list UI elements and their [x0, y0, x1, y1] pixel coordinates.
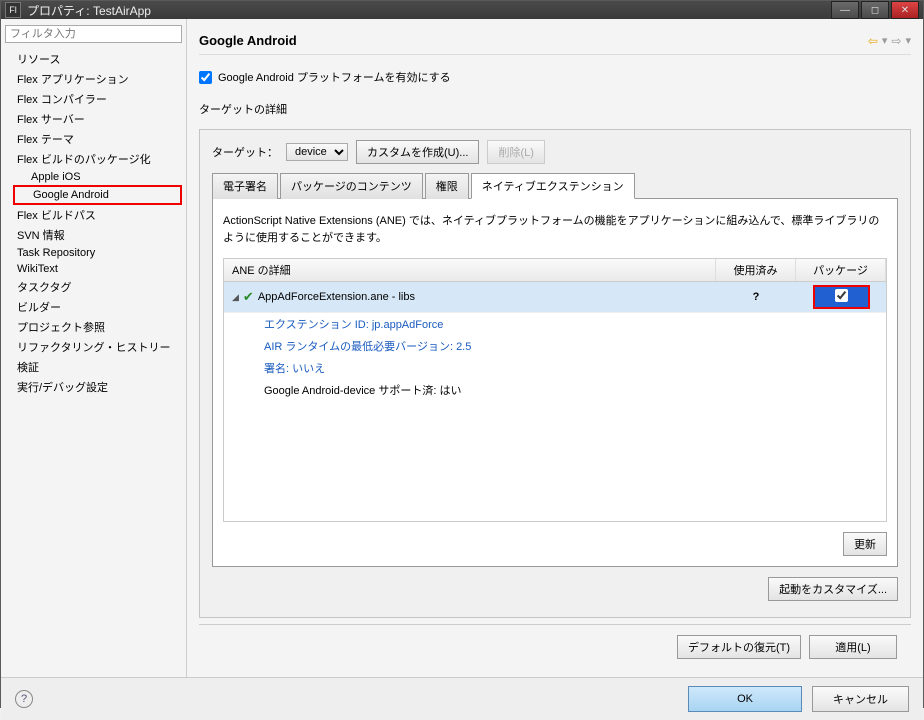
tree-item-flex-compiler[interactable]: Flex コンパイラー	[13, 89, 182, 109]
tree-item-apple-ios[interactable]: Apple iOS	[13, 169, 182, 185]
target-label: ターゲット：	[212, 144, 278, 160]
titlebar[interactable]: Fl プロパティ: TestAirApp — ◻ ✕	[1, 1, 923, 19]
tree-item-flex-server[interactable]: Flex サーバー	[13, 109, 182, 129]
tab-package-contents[interactable]: パッケージのコンテンツ	[280, 173, 423, 199]
th-details: ANE の詳細	[224, 259, 716, 281]
properties-dialog: Fl プロパティ: TestAirApp — ◻ ✕ リソース Flex アプリ…	[0, 0, 924, 708]
content-body: Google Android プラットフォームを有効にする ターゲットの詳細 タ…	[199, 55, 911, 618]
package-cell	[796, 282, 886, 312]
tree-item-svn[interactable]: SVN 情報	[13, 225, 182, 245]
enable-platform-label: Google Android プラットフォームを有効にする	[218, 69, 451, 85]
ane-android-support: Google Android-device サポート済: はい	[224, 379, 886, 401]
tree-item-builder[interactable]: ビルダー	[13, 297, 182, 317]
ane-description: ActionScript Native Extensions (ANE) では、…	[223, 209, 887, 258]
ane-table: ANE の詳細 使用済み パッケージ ◢ ✔ AppAdForceExtensi…	[223, 258, 887, 522]
target-select[interactable]: device	[286, 143, 348, 161]
tab-permissions[interactable]: 権限	[425, 173, 469, 199]
tab-signature[interactable]: 電子署名	[212, 173, 278, 199]
update-button[interactable]: 更新	[843, 532, 887, 556]
create-custom-button[interactable]: カスタムを作成(U)...	[356, 140, 479, 164]
tab-native-extensions[interactable]: ネイティブエクステンション	[471, 173, 635, 199]
tab-bar: 電子署名 パッケージのコンテンツ 権限 ネイティブエクステンション	[212, 172, 898, 199]
enable-platform-checkbox[interactable]	[199, 71, 212, 84]
main-area: リソース Flex アプリケーション Flex コンパイラー Flex サーバー…	[1, 19, 923, 677]
table-row[interactable]: ◢ ✔ AppAdForceExtension.ane - libs ?	[224, 282, 886, 313]
customize-row: 起動をカスタマイズ...	[212, 567, 898, 605]
package-checkbox[interactable]	[835, 289, 848, 302]
ok-button[interactable]: OK	[688, 686, 802, 712]
tree-item-task-tag[interactable]: タスクタグ	[13, 277, 182, 297]
enable-platform-row: Google Android プラットフォームを有効にする	[199, 65, 911, 97]
tree-item-refactor-history[interactable]: リファクタリング・ヒストリー	[13, 337, 182, 357]
ane-air-runtime[interactable]: AIR ランタイムの最低必要バージョン: 2.5	[224, 335, 886, 357]
tree-item-validation[interactable]: 検証	[13, 357, 182, 377]
apply-button[interactable]: 適用(L)	[809, 635, 897, 659]
customize-launch-button[interactable]: 起動をカスタマイズ...	[768, 577, 898, 601]
back-icon[interactable]: ⇦	[868, 34, 878, 48]
help-icon[interactable]: ?	[15, 690, 33, 708]
bottom-right-buttons: OK キャンセル	[688, 686, 909, 712]
category-tree: リソース Flex アプリケーション Flex コンパイラー Flex サーバー…	[5, 49, 182, 397]
tab-content: ActionScript Native Extensions (ANE) では、…	[212, 199, 898, 567]
back-menu-icon[interactable]: ▾	[882, 34, 888, 47]
bottom-bar: ? OK キャンセル	[1, 677, 923, 720]
tree-item-flex-build-package[interactable]: Flex ビルドのパッケージ化	[13, 149, 182, 169]
filter-input[interactable]	[5, 25, 182, 43]
delete-button[interactable]: 削除(L)	[487, 140, 544, 164]
target-details-box: ターゲット： device カスタムを作成(U)... 削除(L) 電子署名 パ…	[199, 129, 911, 618]
restore-defaults-button[interactable]: デフォルトの復元(T)	[677, 635, 801, 659]
ane-name: AppAdForceExtension.ane - libs	[258, 291, 415, 303]
target-section-title: ターゲットの詳細	[199, 97, 911, 125]
tree-item-resource[interactable]: リソース	[13, 49, 182, 69]
expand-icon[interactable]: ◢	[232, 292, 239, 303]
table-header: ANE の詳細 使用済み パッケージ	[224, 259, 886, 282]
tree-item-flex-app[interactable]: Flex アプリケーション	[13, 69, 182, 89]
tree-item-project-ref[interactable]: プロジェクト参照	[13, 317, 182, 337]
check-icon: ✔	[243, 289, 254, 305]
footer-buttons: デフォルトの復元(T) 適用(L)	[199, 625, 911, 669]
app-icon: Fl	[5, 2, 21, 18]
used-cell: ?	[716, 288, 796, 306]
sidebar: リソース Flex アプリケーション Flex コンパイラー Flex サーバー…	[1, 19, 187, 677]
ane-name-cell: ◢ ✔ AppAdForceExtension.ane - libs	[224, 286, 716, 308]
package-checkbox-wrap	[813, 285, 870, 309]
forward-menu-icon[interactable]: ▾	[905, 34, 911, 47]
window-controls: — ◻ ✕	[831, 1, 919, 19]
forward-icon[interactable]: ⇨	[891, 34, 901, 48]
th-package: パッケージ	[796, 259, 886, 281]
tree-item-flex-theme[interactable]: Flex テーマ	[13, 129, 182, 149]
content-panel: Google Android ⇦ ▾ ⇨ ▾ Google Android プラ…	[187, 19, 923, 677]
window-title: プロパティ: TestAirApp	[27, 2, 831, 19]
ane-extension-id[interactable]: エクステンション ID: jp.appAdForce	[224, 313, 886, 335]
maximize-button[interactable]: ◻	[861, 1, 889, 19]
close-button[interactable]: ✕	[891, 1, 919, 19]
tree-item-google-android[interactable]: Google Android	[13, 185, 182, 205]
table-empty-space	[224, 401, 886, 521]
cancel-button[interactable]: キャンセル	[812, 686, 909, 712]
minimize-button[interactable]: —	[831, 1, 859, 19]
tree-item-flex-build-path[interactable]: Flex ビルドパス	[13, 205, 182, 225]
update-row: 更新	[223, 522, 887, 556]
tree-item-run-debug[interactable]: 実行/デバッグ設定	[13, 377, 182, 397]
nav-arrows: ⇦ ▾ ⇨ ▾	[868, 34, 911, 48]
target-row: ターゲット： device カスタムを作成(U)... 削除(L)	[212, 140, 898, 164]
th-used: 使用済み	[716, 259, 796, 281]
content-header: Google Android ⇦ ▾ ⇨ ▾	[199, 27, 911, 55]
tree-item-task-repo[interactable]: Task Repository	[13, 245, 182, 261]
tree-item-wikitext[interactable]: WikiText	[13, 261, 182, 277]
ane-signature[interactable]: 署名: いいえ	[224, 357, 886, 379]
page-title: Google Android	[199, 33, 868, 48]
